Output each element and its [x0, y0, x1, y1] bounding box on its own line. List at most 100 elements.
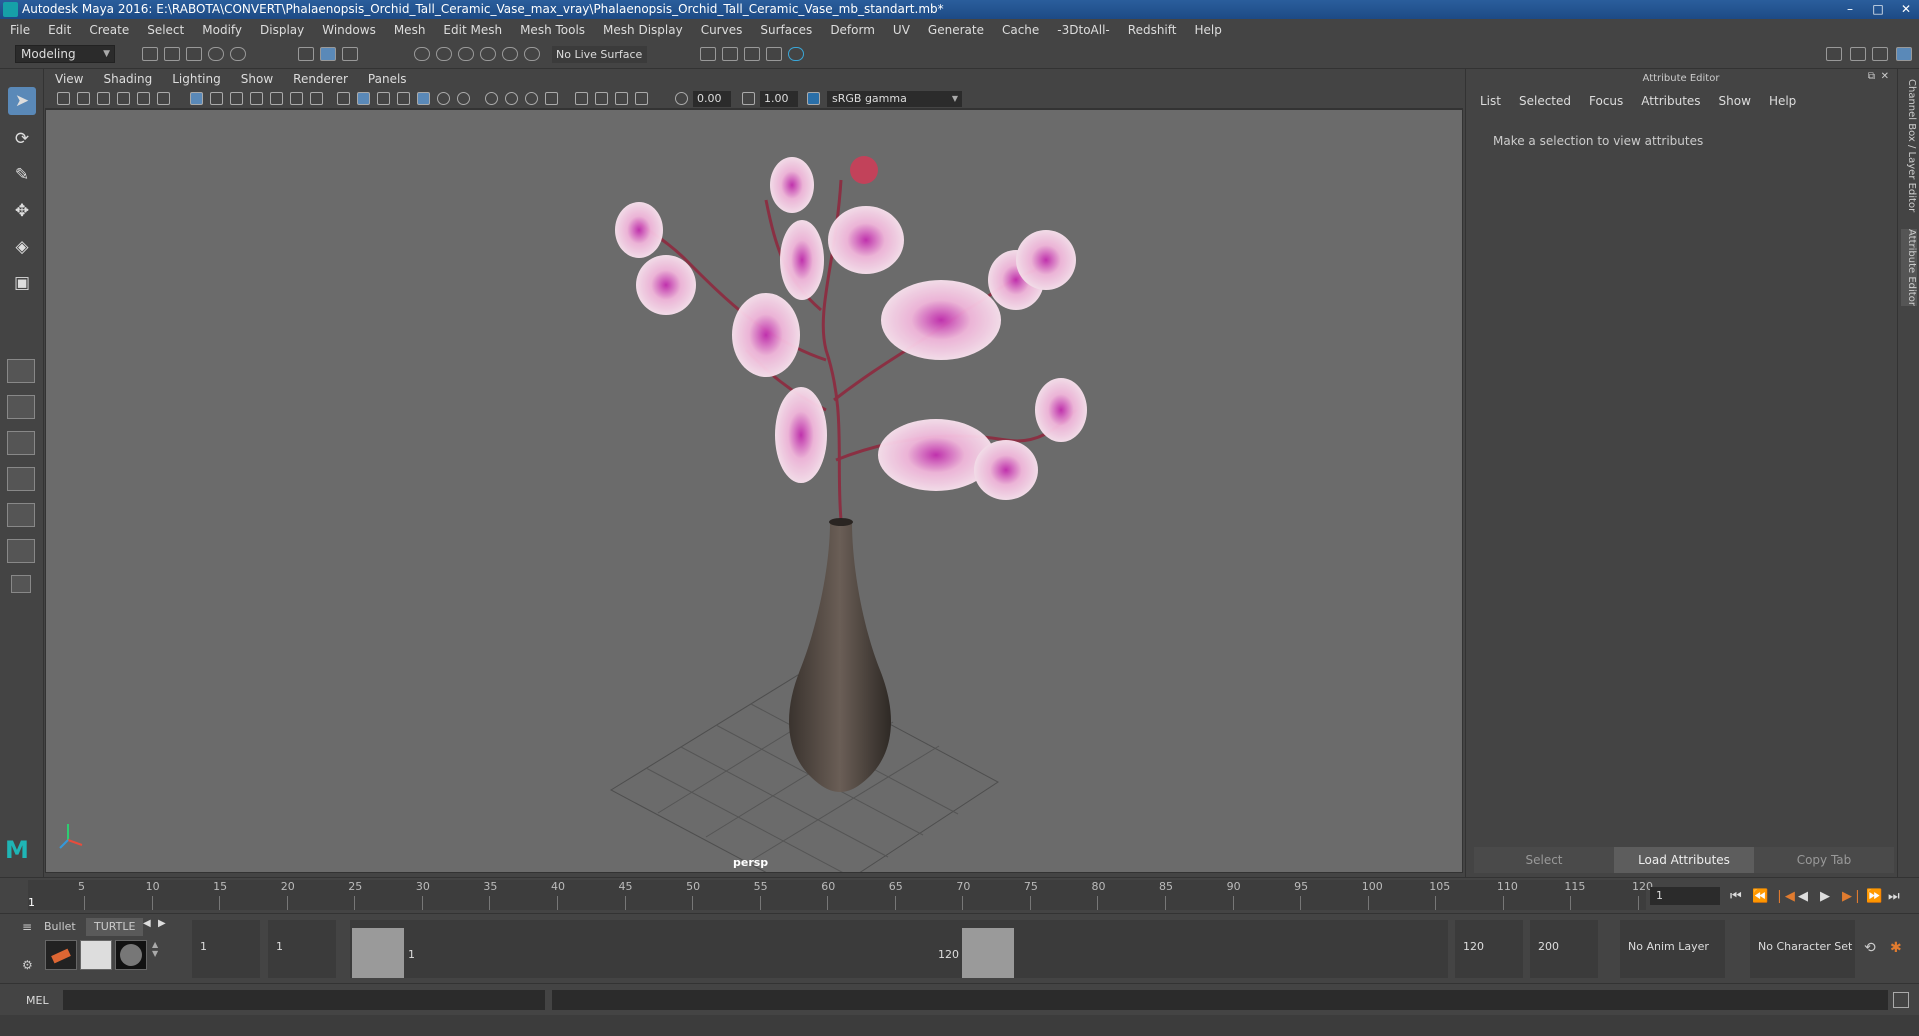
- panel-menu-show[interactable]: Show: [241, 72, 273, 86]
- anim-layer-dropdown[interactable]: No Anim Layer: [1620, 920, 1725, 978]
- maximize-button[interactable]: □: [1871, 0, 1885, 19]
- safe-action-icon[interactable]: [290, 92, 303, 105]
- xray-joints-icon[interactable]: [615, 92, 628, 105]
- shelf-tab-turtle[interactable]: TURTLE: [86, 918, 144, 936]
- tab-attribute-editor[interactable]: Attribute Editor: [1901, 229, 1917, 306]
- camera-select-icon[interactable]: [57, 92, 70, 105]
- copy-tab-button[interactable]: Copy Tab: [1754, 847, 1894, 873]
- screen-space-ao-icon[interactable]: [457, 92, 470, 105]
- step-back-key-icon[interactable]: ⏪: [1752, 889, 1768, 904]
- end-frame-field[interactable]: 200: [1530, 920, 1598, 978]
- hypershade-icon[interactable]: [788, 47, 804, 61]
- paint-select-tool-icon[interactable]: ✎: [8, 161, 36, 189]
- panel-menu-panels[interactable]: Panels: [368, 72, 407, 86]
- shelf-tabs-right-arrow-icon[interactable]: ▶: [158, 918, 166, 929]
- image-plane-icon[interactable]: [117, 92, 130, 105]
- scale-tool-icon[interactable]: ▣: [8, 269, 36, 297]
- start-frame-field[interactable]: 1: [192, 920, 260, 978]
- outliner-persp-graph-layout-icon[interactable]: [7, 503, 35, 527]
- shelf-tab-bullet[interactable]: Bullet: [36, 918, 84, 936]
- menu-mesh[interactable]: Mesh: [394, 23, 426, 37]
- motion-blur-icon[interactable]: [485, 92, 498, 105]
- live-surface-field[interactable]: No Live Surface: [552, 46, 647, 63]
- menu-curves[interactable]: Curves: [701, 23, 743, 37]
- new-scene-icon[interactable]: [142, 47, 158, 61]
- smooth-shade-icon[interactable]: [357, 92, 370, 105]
- tool-settings-icon[interactable]: [1872, 47, 1888, 61]
- menu-display[interactable]: Display: [260, 23, 304, 37]
- menu-mesh-tools[interactable]: Mesh Tools: [520, 23, 585, 37]
- snap-curve-icon[interactable]: [436, 47, 452, 61]
- playback-end-field[interactable]: 120: [1455, 920, 1523, 978]
- attr-menu-attributes[interactable]: Attributes: [1641, 94, 1700, 108]
- channel-box-toggle-icon[interactable]: [1896, 47, 1912, 61]
- perspective-viewport[interactable]: persp: [45, 109, 1463, 873]
- attr-menu-help[interactable]: Help: [1769, 94, 1796, 108]
- make-live-icon[interactable]: [524, 47, 540, 61]
- menu-select[interactable]: Select: [147, 23, 184, 37]
- default-lighting-icon[interactable]: [377, 92, 390, 105]
- select-by-component-icon[interactable]: [342, 47, 358, 61]
- attr-menu-selected[interactable]: Selected: [1519, 94, 1571, 108]
- shelf-settings-icon[interactable]: ⚙: [22, 958, 33, 972]
- menu-cache[interactable]: Cache: [1002, 23, 1039, 37]
- range-slider[interactable]: 1 120: [350, 920, 1448, 978]
- panel-menu-lighting[interactable]: Lighting: [172, 72, 221, 86]
- field-chart-icon[interactable]: [270, 92, 283, 105]
- select-tool-icon[interactable]: ➤: [8, 87, 36, 115]
- redo-icon[interactable]: [230, 47, 246, 61]
- float-panel-icon[interactable]: ⧉: [1868, 71, 1875, 82]
- ipr-render-icon[interactable]: [744, 47, 760, 61]
- menu-modify[interactable]: Modify: [202, 23, 242, 37]
- current-frame-field[interactable]: 1: [1650, 887, 1720, 905]
- range-start-handle[interactable]: [352, 928, 404, 978]
- character-set-dropdown[interactable]: No Character Set: [1750, 920, 1855, 978]
- undo-icon[interactable]: [208, 47, 224, 61]
- panel-menu-view[interactable]: View: [55, 72, 83, 86]
- exposure-field[interactable]: 0.00: [693, 91, 731, 107]
- select-button[interactable]: Select: [1474, 847, 1614, 873]
- animation-prefs-icon[interactable]: ✱: [1890, 940, 1902, 956]
- menu-edit-mesh[interactable]: Edit Mesh: [443, 23, 502, 37]
- attr-menu-show[interactable]: Show: [1719, 94, 1751, 108]
- grid-icon[interactable]: [190, 92, 203, 105]
- render-frame-icon[interactable]: [722, 47, 738, 61]
- more-layouts-icon[interactable]: [11, 575, 31, 593]
- view-transform-dropdown[interactable]: sRGB gamma: [827, 91, 962, 107]
- gamma-field[interactable]: 1.00: [760, 91, 798, 107]
- snap-grid-icon[interactable]: [414, 47, 430, 61]
- safe-title-icon[interactable]: [310, 92, 323, 105]
- load-attributes-button[interactable]: Load Attributes: [1614, 847, 1754, 873]
- persp-outliner-layout-icon[interactable]: [7, 431, 35, 455]
- resolution-gate-icon[interactable]: [230, 92, 243, 105]
- menu-create[interactable]: Create: [89, 23, 129, 37]
- menu-edit[interactable]: Edit: [48, 23, 71, 37]
- rotate-tool-icon[interactable]: ◈: [8, 233, 36, 261]
- go-to-end-icon[interactable]: ⏭: [1888, 889, 1900, 904]
- play-forwards-icon[interactable]: ▶: [1820, 889, 1830, 904]
- shelf-scroll-icon[interactable]: ▲ ▼: [152, 940, 158, 958]
- move-tool-icon[interactable]: ✥: [8, 197, 36, 225]
- save-scene-icon[interactable]: [186, 47, 202, 61]
- gamma-icon[interactable]: [742, 92, 755, 105]
- step-forward-frame-icon[interactable]: ▶❘: [1842, 889, 1863, 904]
- select-by-hierarchy-icon[interactable]: [298, 47, 314, 61]
- camera-attributes-icon[interactable]: [77, 92, 90, 105]
- panel-menu-renderer[interactable]: Renderer: [293, 72, 348, 86]
- open-scene-icon[interactable]: [164, 47, 180, 61]
- gate-mask-icon[interactable]: [250, 92, 263, 105]
- step-back-frame-icon[interactable]: ❘◀: [1774, 889, 1795, 904]
- lasso-tool-icon[interactable]: ⟳: [8, 125, 36, 153]
- close-panel-icon[interactable]: ✕: [1881, 71, 1889, 82]
- range-end-handle[interactable]: [962, 928, 1014, 978]
- persp-hypershade-layout-icon[interactable]: [7, 539, 35, 563]
- close-button[interactable]: ✕: [1899, 0, 1913, 19]
- render-view-icon[interactable]: [766, 47, 782, 61]
- select-by-object-icon[interactable]: [320, 47, 336, 61]
- film-gate-icon[interactable]: [210, 92, 223, 105]
- turtle-bake-icon[interactable]: [80, 940, 112, 970]
- bookmark-icon[interactable]: [97, 92, 110, 105]
- isolate-select-icon[interactable]: [545, 92, 558, 105]
- time-slider[interactable]: 1 5 10 15 20 25 30 35 40 45 50 55 60 65 70 75 80 85 90 95 1…: [0, 877, 1919, 913]
- attr-menu-focus[interactable]: Focus: [1589, 94, 1623, 108]
